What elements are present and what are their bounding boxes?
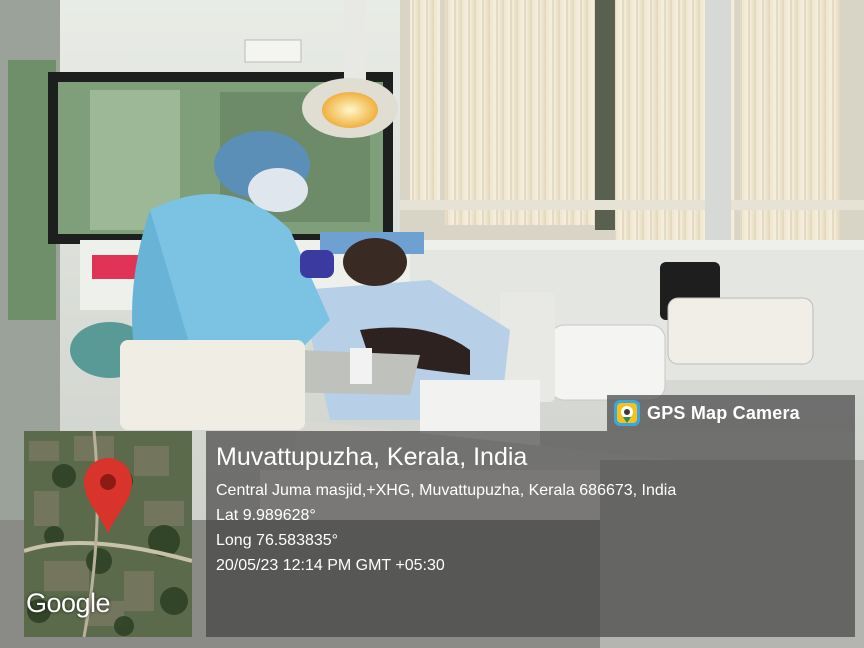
timestamp-line: 20/05/23 12:14 PM GMT +05:30 [216, 557, 445, 574]
location-info-panel: Muvattupuzha, Kerala, India Central Juma… [206, 431, 855, 637]
map-pin-icon [84, 458, 132, 534]
longitude-line: Long 76.583835° [216, 532, 339, 549]
place-name: Muvattupuzha, Kerala, India [216, 443, 528, 471]
photo-frame: GPS Map Camera Google Muvattupuzha, Kera… [0, 0, 864, 648]
gps-map-camera-badge: GPS Map Camera [607, 395, 855, 431]
google-logo: Google [26, 588, 111, 618]
latitude-line: Lat 9.989628° [216, 507, 316, 524]
address-line: Central Juma masjid,+XHG, Muvattupuzha, … [216, 482, 677, 499]
camera-pin-icon [614, 400, 640, 426]
watermark-app-name: GPS Map Camera [647, 402, 800, 423]
